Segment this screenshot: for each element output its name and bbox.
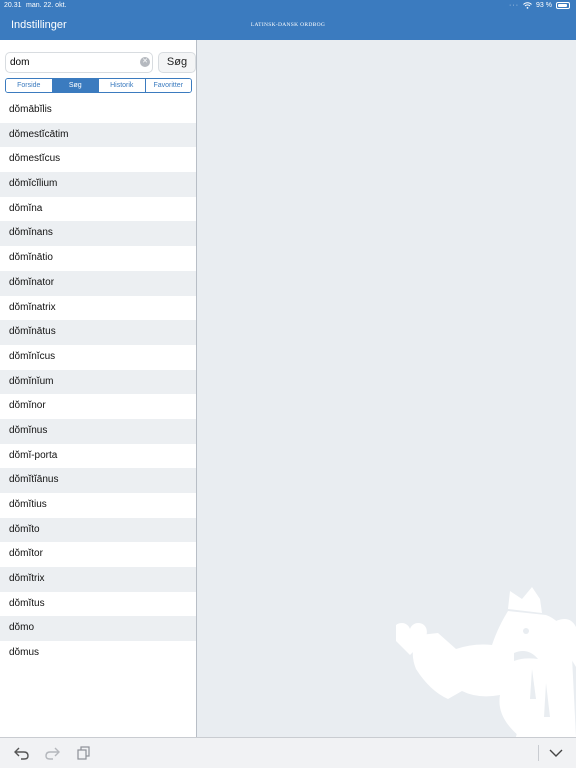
copy-icon[interactable] — [74, 744, 94, 762]
result-row[interactable]: dŏmus — [0, 641, 196, 666]
status-date: man. 22. okt. — [26, 2, 67, 9]
tab-soeg[interactable]: Søg — [52, 79, 99, 92]
entry-pane — [198, 40, 576, 737]
result-row[interactable]: dŏmĭnātus — [0, 320, 196, 345]
lion-logo-watermark — [396, 587, 576, 737]
search-button[interactable]: Søg — [158, 52, 196, 73]
result-row[interactable]: dŏmĭnĭcus — [0, 344, 196, 370]
result-row[interactable]: dŏmestĭcus — [0, 147, 196, 173]
header-bar: 20.31 man. 22. okt. ··· 93 % Indstilling… — [0, 0, 576, 40]
result-row[interactable]: dŏmĭ-porta — [0, 443, 196, 469]
result-row[interactable]: dŏmĭtius — [0, 493, 196, 518]
result-row[interactable]: dŏmĭnatrix — [0, 295, 196, 321]
result-row[interactable]: dŏmo — [0, 616, 196, 642]
undo-icon[interactable] — [12, 744, 32, 762]
result-row[interactable]: dŏmĭnator — [0, 270, 196, 296]
result-row[interactable]: dŏmĭnans — [0, 221, 196, 247]
result-row[interactable]: dŏmĭtrix — [0, 567, 196, 592]
result-row[interactable]: dŏmĭnus — [0, 418, 196, 444]
page-title: LATINSK-DANSK ORDBOG — [250, 22, 326, 28]
tab-forside[interactable]: Forside — [6, 79, 53, 92]
result-row[interactable]: dŏmĭtor — [0, 542, 196, 568]
result-row[interactable]: dŏmĭtus — [0, 591, 196, 617]
result-row[interactable]: dŏmĭtĭānus — [0, 468, 196, 493]
tab-historik[interactable]: Historik — [99, 79, 146, 92]
clear-icon[interactable]: ✕ — [140, 57, 150, 67]
search-input[interactable] — [5, 52, 153, 73]
result-row[interactable]: dŏmestĭcātim — [0, 122, 196, 148]
result-row[interactable]: dŏmĭna — [0, 196, 196, 222]
bottom-toolbar — [0, 737, 576, 768]
tab-favoritter[interactable]: Favoritter — [145, 79, 191, 92]
battery-fill — [558, 4, 568, 7]
result-row[interactable]: dŏmĭnātio — [0, 246, 196, 271]
result-row[interactable]: dŏmĭnor — [0, 394, 196, 419]
multitasking-dots: ··· — [509, 2, 520, 9]
sidebar: ✕ Søg ForsideSøgHistorikFavoritter dŏmāb… — [0, 40, 197, 737]
battery-icon — [556, 2, 570, 9]
search-row: ✕ Søg — [5, 52, 196, 74]
status-time: 20.31 — [4, 2, 22, 9]
result-row[interactable]: dŏmĭcĭlium — [0, 172, 196, 197]
tab-bar: Forside Søg Historik Favoritter — [5, 78, 192, 93]
results-list: dŏmābĭlis dŏmestĭcātim dŏmestĭcus dŏmĭcĭliu… — [0, 98, 196, 666]
status-bar: 20.31 man. 22. okt. ··· 93 % — [0, 0, 576, 12]
status-indicators: ··· 93 % — [509, 2, 570, 9]
battery-percent: 93 % — [536, 2, 552, 9]
result-row[interactable]: dŏmābĭlis — [0, 98, 196, 123]
result-row[interactable]: dŏmĭnĭum — [0, 369, 196, 395]
result-row[interactable]: dŏmĭto — [0, 517, 196, 543]
redo-icon[interactable] — [42, 744, 62, 762]
toolbar-divider — [538, 745, 539, 761]
wifi-icon — [523, 2, 532, 9]
chevron-down-icon[interactable] — [546, 744, 566, 762]
